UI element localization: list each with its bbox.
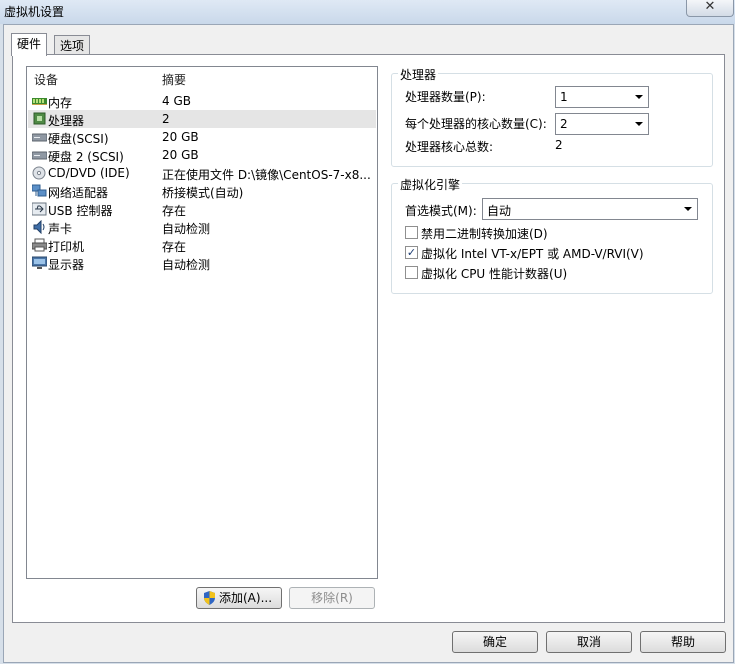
device-summary: 4 GB <box>162 94 191 108</box>
preferred-mode-value: 自动 <box>487 204 512 218</box>
window-title: 虚拟机设置 <box>4 5 65 19</box>
virtualization-group-title: 虚拟化引擎 <box>398 176 463 193</box>
cd-dvd-icon <box>32 166 46 180</box>
device-summary: 2 <box>162 112 170 126</box>
help-button[interactable]: 帮助 <box>640 631 726 653</box>
device-name: 显示器 <box>48 258 85 272</box>
title-bar: 虚拟机设置 <box>0 0 735 24</box>
total-cores-value: 2 <box>555 138 563 152</box>
disable-binary-translation-checkbox[interactable] <box>405 226 418 239</box>
preferred-mode-label: 首选模式(M): <box>405 204 477 218</box>
device-summary: 存在 <box>162 240 187 254</box>
device-name: USB 控制器 <box>48 204 113 218</box>
cores-per-processor-value: 2 <box>560 117 568 131</box>
device-list[interactable]: 设备 摘要 内存 4 GB 处理器 2 硬盘(SCSI) 20 GB 硬盘 2 … <box>26 66 378 579</box>
virtualize-cpu-counters-checkbox[interactable] <box>405 266 418 279</box>
device-summary: 自动检测 <box>162 258 211 272</box>
device-name: 硬盘(SCSI) <box>48 132 109 146</box>
virtualize-vtx-label: 虚拟化 Intel VT-x/EPT 或 AMD-V/RVI(V) <box>421 247 644 261</box>
cancel-button[interactable]: 取消 <box>546 631 632 653</box>
device-row-hard-disk[interactable]: 硬盘(SCSI) 20 GB <box>28 128 376 146</box>
disable-binary-translation-label: 禁用二进制转换加速(D) <box>421 227 548 241</box>
processor-count-select[interactable]: 1 <box>555 86 649 108</box>
device-row-usb-controller[interactable]: USB 控制器 存在 <box>28 200 376 218</box>
device-name: 处理器 <box>48 114 85 128</box>
column-header-device[interactable]: 设备 <box>34 71 58 88</box>
close-button[interactable]: ✕ <box>686 0 734 17</box>
device-summary: 正在使用文件 D:\镜像\CentOS-7-x8... <box>162 168 371 182</box>
chevron-down-icon <box>684 207 692 211</box>
network-adapter-icon <box>32 184 47 197</box>
processor-count-label: 处理器数量(P): <box>405 90 486 104</box>
add-device-button[interactable]: 添加(A)... <box>196 587 282 609</box>
device-name: CD/DVD (IDE) <box>48 166 130 180</box>
device-list-header: 设备 摘要 <box>27 67 377 87</box>
device-summary: 自动检测 <box>162 222 211 236</box>
total-cores-label: 处理器核心总数: <box>405 140 494 154</box>
add-button-label: 添加(A)... <box>219 591 273 605</box>
hard-disk-icon <box>32 133 47 142</box>
device-row-display[interactable]: 显示器 自动检测 <box>28 254 376 272</box>
shield-icon <box>204 591 215 605</box>
device-summary: 桥接模式(自动) <box>162 186 244 200</box>
dialog-client: 硬件 选项 设备 摘要 内存 4 GB 处理器 2 硬盘(SCSI) 20 GB… <box>3 24 734 663</box>
hard-disk-icon <box>32 151 47 160</box>
device-name: 打印机 <box>48 240 85 254</box>
hardware-tab-panel: 设备 摘要 内存 4 GB 处理器 2 硬盘(SCSI) 20 GB 硬盘 2 … <box>12 54 725 623</box>
memory-icon <box>32 98 47 105</box>
printer-icon <box>32 238 47 252</box>
virtualization-engine-group: 虚拟化引擎 首选模式(M): 自动 禁用二进制转换加速(D) ✓ 虚拟化 Int… <box>391 176 713 294</box>
display-icon <box>32 256 47 269</box>
device-row-memory[interactable]: 内存 4 GB <box>28 92 376 110</box>
processor-group-title: 处理器 <box>398 66 439 83</box>
device-name: 内存 <box>48 96 73 110</box>
sound-card-icon <box>33 220 45 234</box>
device-row-hard-disk-2[interactable]: 硬盘 2 (SCSI) 20 GB <box>28 146 376 164</box>
device-row-printer[interactable]: 打印机 存在 <box>28 236 376 254</box>
device-name: 声卡 <box>48 222 73 236</box>
device-name: 硬盘 2 (SCSI) <box>48 150 124 164</box>
remove-device-button[interactable]: 移除(R) <box>289 587 375 609</box>
usb-icon <box>32 202 47 216</box>
chevron-down-icon <box>635 122 643 126</box>
preferred-mode-select[interactable]: 自动 <box>482 198 698 220</box>
device-summary: 存在 <box>162 204 187 218</box>
device-row-network-adapter[interactable]: 网络适配器 桥接模式(自动) <box>28 182 376 200</box>
tab-options[interactable]: 选项 <box>54 35 91 56</box>
device-summary: 20 GB <box>162 130 199 144</box>
tab-hardware[interactable]: 硬件 <box>11 33 48 56</box>
virtualize-vtx-checkbox[interactable]: ✓ <box>405 246 418 259</box>
device-summary: 20 GB <box>162 148 199 162</box>
cores-per-processor-select[interactable]: 2 <box>555 113 649 135</box>
virtualize-cpu-counters-label: 虚拟化 CPU 性能计数器(U) <box>421 267 568 281</box>
cores-per-processor-label: 每个处理器的核心数量(C): <box>405 117 547 131</box>
device-row-processor[interactable]: 处理器 2 <box>28 110 376 128</box>
processor-group: 处理器 处理器数量(P): 1 每个处理器的核心数量(C): 2 处理器核心总数… <box>391 66 713 167</box>
processor-icon <box>33 112 46 125</box>
device-row-cd-dvd[interactable]: CD/DVD (IDE) 正在使用文件 D:\镜像\CentOS-7-x8... <box>28 164 376 182</box>
device-row-sound-card[interactable]: 声卡 自动检测 <box>28 218 376 236</box>
chevron-down-icon <box>635 95 643 99</box>
device-name: 网络适配器 <box>48 186 109 200</box>
processor-count-value: 1 <box>560 90 568 104</box>
column-header-summary[interactable]: 摘要 <box>162 71 186 88</box>
ok-button[interactable]: 确定 <box>452 631 538 653</box>
